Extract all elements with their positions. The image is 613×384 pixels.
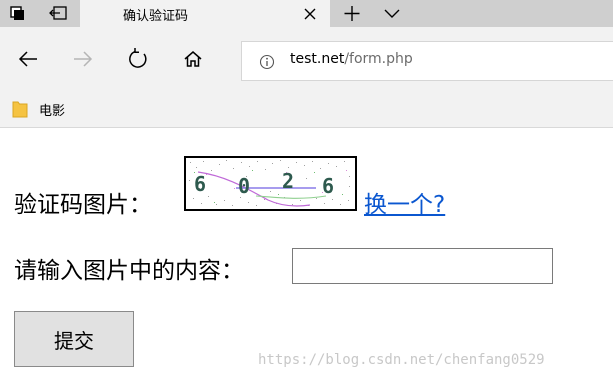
navigation-bar: test.net/form.php	[0, 27, 613, 90]
url-path: /form.php	[344, 51, 413, 67]
forward-arrow-icon[interactable]	[71, 47, 95, 71]
change-captcha-link[interactable]: 换一个?	[364, 185, 445, 219]
tab-manager-icon[interactable]	[0, 0, 40, 27]
captcha-image: 6 0 2 6	[184, 156, 357, 211]
close-tab-icon[interactable]	[302, 6, 318, 22]
captcha-digit-4: 6	[322, 174, 334, 198]
captcha-label: 验证码图片：	[14, 192, 152, 218]
home-icon[interactable]	[181, 47, 205, 71]
set-aside-tabs-icon[interactable]	[40, 0, 80, 27]
url-text: test.net/form.php	[290, 51, 413, 67]
captcha-digit-1: 6	[194, 172, 206, 196]
folder-icon	[12, 99, 28, 118]
address-bar[interactable]: test.net/form.php	[241, 41, 613, 81]
browser-window: 确认验证码 test.net/form.php 电影 验证码图片： 6 0 2 …	[0, 0, 613, 384]
site-info-icon[interactable]	[259, 54, 275, 70]
captcha-digit-2: 0	[238, 174, 250, 198]
back-arrow-icon[interactable]	[16, 47, 40, 71]
tab-title: 确认验证码	[123, 9, 189, 24]
tab-active[interactable]: 确认验证码	[80, 0, 330, 27]
favorite-item-movies[interactable]: 电影	[39, 100, 65, 119]
captcha-input[interactable]	[292, 248, 553, 284]
new-tab-icon[interactable]	[332, 0, 372, 27]
submit-button[interactable]: 提交	[14, 311, 134, 367]
watermark: https://blog.csdn.net/chenfang0529	[258, 352, 545, 368]
favorites-bar: 电影	[0, 90, 613, 128]
tab-preview-chevron-down-icon[interactable]	[372, 0, 412, 27]
captcha-digit-3: 2	[282, 169, 294, 193]
url-host: test.net	[290, 51, 345, 67]
captcha-input-label: 请输入图片中的内容：	[14, 258, 244, 284]
refresh-icon[interactable]	[126, 47, 150, 71]
tab-strip: 确认验证码	[0, 0, 613, 27]
